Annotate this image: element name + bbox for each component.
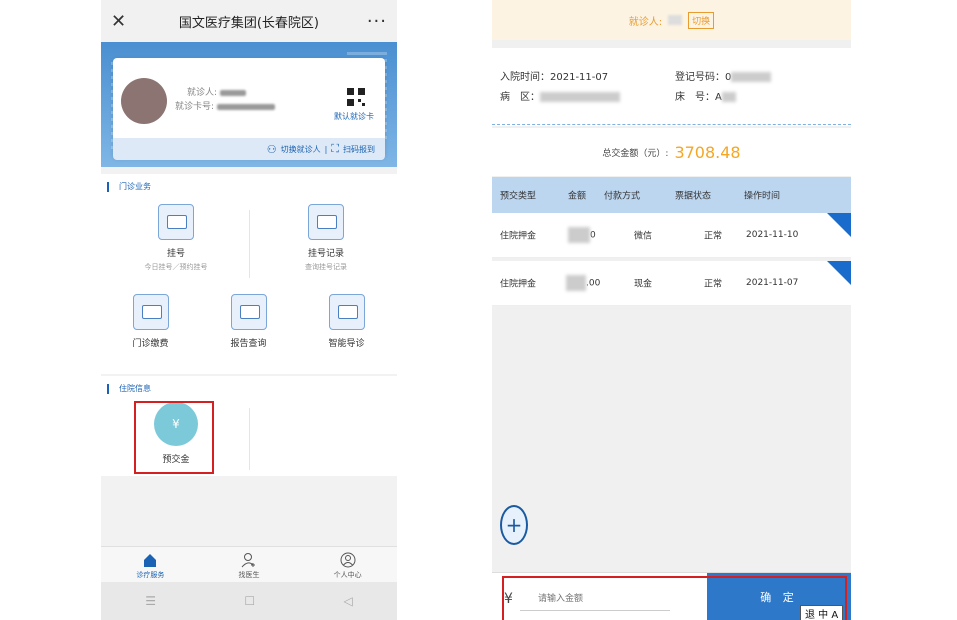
switch-patient-button[interactable]: 切换 bbox=[688, 11, 715, 29]
table-row[interactable]: 住院押金 .00 现金 正常 2021-11-07 bbox=[492, 261, 851, 306]
register-record-item[interactable]: 挂号记录 查询挂号记录 bbox=[281, 204, 371, 272]
ward-label: 病 区： bbox=[500, 92, 540, 103]
smart-guide-label: 智能导诊 bbox=[328, 339, 365, 349]
more-icon[interactable]: ··· bbox=[367, 11, 387, 32]
row-amount: 0 bbox=[590, 230, 596, 241]
tab-diagnosis[interactable]: 诊疗服务 bbox=[110, 552, 190, 580]
divider bbox=[249, 210, 250, 278]
col-payment: 付款方式 bbox=[604, 191, 641, 202]
menu-nav-icon[interactable]: ☰ bbox=[145, 594, 156, 608]
report-query-item[interactable]: 报告查询 bbox=[211, 294, 286, 349]
patient-label: 就诊人: bbox=[628, 16, 663, 28]
avatar bbox=[121, 78, 167, 124]
bottom-tab-bar: 诊疗服务 找医生 个人中心 bbox=[101, 546, 397, 582]
col-time: 操作时间 bbox=[744, 191, 781, 202]
deposit-table-header: 预交类型 金额 付款方式 票据状态 操作时间 bbox=[492, 177, 851, 213]
outpatient-payment-label: 门诊缴费 bbox=[132, 339, 169, 349]
calendar-icon bbox=[158, 204, 194, 240]
scan-icon: ⛶ bbox=[331, 142, 339, 155]
tab-diagnosis-label: 诊疗服务 bbox=[136, 571, 165, 579]
report-query-label: 报告查询 bbox=[230, 339, 267, 349]
row-time: 2021-11-07 bbox=[746, 278, 799, 288]
admit-time: 入院时间：2021-11-07 bbox=[500, 72, 609, 83]
register-item[interactable]: 挂号 今日挂号／预约挂号 bbox=[131, 204, 221, 272]
col-type: 预交类型 bbox=[500, 191, 537, 202]
register-record-sublabel: 查询挂号记录 bbox=[305, 263, 347, 271]
row-time: 2021-11-10 bbox=[746, 230, 799, 240]
left-phone-screen: ✕ 国文医疗集团(长春院区) ··· 就诊人: 就诊卡号: 默认就诊卡 ⚇ 切换… bbox=[101, 0, 397, 620]
row-status: 正常 bbox=[704, 231, 723, 242]
app-title: 国文医疗集团(长春院区) bbox=[178, 15, 319, 31]
register-sublabel: 今日挂号／预约挂号 bbox=[144, 263, 208, 271]
patient-bar: 就诊人: 切换 bbox=[492, 0, 851, 40]
patient-info: 就诊人: 就诊卡号: bbox=[175, 86, 275, 114]
switch-bar: ⚇ 切换就诊人 | ⛶ 扫码报到 bbox=[113, 138, 385, 160]
row-status: 正常 bbox=[704, 279, 723, 290]
tab-find-doctor-label: 找医生 bbox=[238, 571, 260, 579]
highlight-box bbox=[502, 576, 847, 620]
home-nav-icon[interactable]: ☐ bbox=[244, 594, 255, 608]
row-payment: 现金 bbox=[634, 279, 653, 290]
total-amount: 3708.48 bbox=[674, 142, 741, 162]
user-icon bbox=[340, 552, 356, 568]
tab-profile-label: 个人中心 bbox=[333, 571, 362, 579]
admission-info: 入院时间：2021-11-07 登记号码：0 病 区： 床 号：A bbox=[492, 48, 851, 126]
close-icon[interactable]: ✕ bbox=[111, 11, 131, 32]
tab-find-doctor[interactable]: 找医生 bbox=[209, 552, 289, 580]
col-status: 票据状态 bbox=[675, 191, 712, 202]
ward-redacted bbox=[540, 92, 620, 102]
screenshot-canvas: ✕ 国文医疗集团(长春院区) ··· 就诊人: 就诊卡号: 默认就诊卡 ⚇ 切换… bbox=[0, 0, 957, 620]
row-corner-badge bbox=[827, 213, 851, 237]
switch-patient-button[interactable]: 切换就诊人 bbox=[281, 144, 321, 155]
back-nav-icon[interactable]: ◁ bbox=[344, 594, 353, 608]
smart-guide-item[interactable]: 智能导诊 bbox=[309, 294, 384, 349]
right-phone-screen: 就诊人: 切换 入院时间：2021-11-07 登记号码：0 病 区： 床 号：… bbox=[492, 0, 851, 620]
inpatient-section-title: 住院信息 bbox=[107, 384, 397, 394]
register-number-redacted bbox=[731, 72, 772, 82]
row-type: 住院押金 bbox=[500, 231, 537, 242]
dashed-divider bbox=[492, 124, 851, 125]
card-number-redacted bbox=[216, 103, 275, 110]
patient-name-redacted bbox=[668, 15, 683, 25]
row-payment: 微信 bbox=[634, 231, 653, 242]
outpatient-section: 门诊业务 挂号 今日挂号／预约挂号 挂号记录 查询挂号记录 门诊缴费 报告查询 bbox=[101, 174, 397, 374]
add-deposit-button[interactable]: + bbox=[500, 505, 528, 545]
report-icon bbox=[230, 294, 267, 330]
card-number-label: 就诊卡号: bbox=[175, 102, 215, 112]
patient-name-redacted bbox=[219, 89, 246, 96]
amount-redacted bbox=[568, 227, 590, 243]
table-row[interactable]: 住院押金 0 微信 正常 2021-11-10 bbox=[492, 213, 851, 258]
register-record-label: 挂号记录 bbox=[307, 249, 344, 259]
patient-name-label: 就诊人: bbox=[187, 88, 218, 98]
guide-icon bbox=[328, 294, 365, 330]
home-icon bbox=[144, 554, 157, 567]
qr-code-icon[interactable] bbox=[347, 88, 365, 106]
tab-profile[interactable]: 个人中心 bbox=[308, 552, 388, 580]
row-corner-badge bbox=[827, 261, 851, 285]
amount-redacted bbox=[566, 275, 586, 291]
doctor-icon bbox=[241, 553, 255, 568]
register-label: 挂号 bbox=[166, 249, 185, 259]
row-type: 住院押金 bbox=[500, 279, 537, 290]
record-icon bbox=[308, 204, 344, 240]
ime-tooltip: 退 中 A bbox=[800, 605, 844, 620]
payment-card-icon bbox=[132, 294, 169, 330]
row-amount: .00 bbox=[586, 278, 601, 289]
default-card-label: 默认就诊卡 bbox=[334, 112, 374, 121]
total-deposit: 总交金额（元）: 3708.48 bbox=[492, 128, 851, 176]
bed-label: 床 号：A bbox=[675, 92, 722, 103]
total-label: 总交金额（元）: bbox=[602, 148, 669, 159]
outpatient-payment-item[interactable]: 门诊缴费 bbox=[113, 294, 188, 349]
switch-patient-icon: ⚇ bbox=[266, 142, 277, 156]
scan-report-button[interactable]: 扫码报到 bbox=[343, 144, 375, 155]
outpatient-section-title: 门诊业务 bbox=[107, 182, 397, 192]
highlight-box bbox=[134, 401, 214, 474]
register-number: 登记号码：0 bbox=[675, 72, 732, 83]
system-nav-bar: ☰ ☐ ◁ bbox=[101, 582, 397, 620]
col-amount: 金额 bbox=[568, 191, 587, 202]
divider bbox=[249, 408, 250, 470]
bed-redacted bbox=[721, 92, 736, 102]
title-bar: ✕ 国文医疗集团(长春院区) ··· bbox=[101, 0, 397, 42]
